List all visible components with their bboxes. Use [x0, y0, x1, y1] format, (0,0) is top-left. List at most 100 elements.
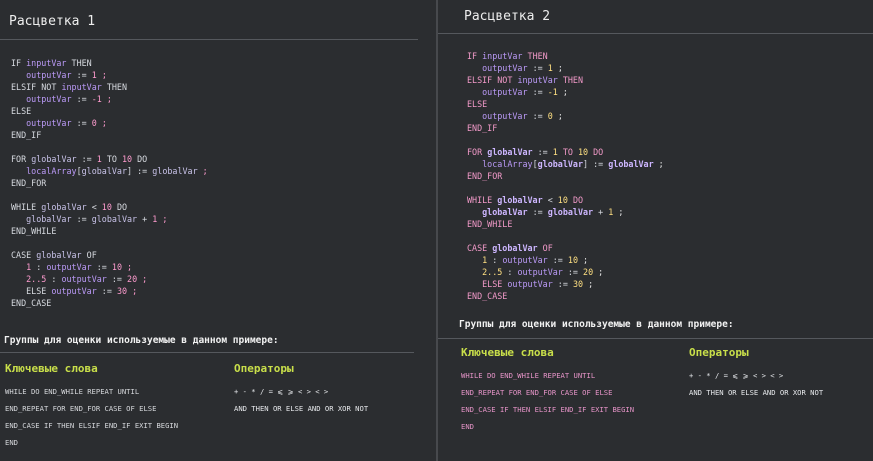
code-token: ; [658, 159, 664, 169]
code-token: THEN [562, 75, 583, 85]
code-line: outputVar := -1 ; [11, 93, 208, 105]
code-line: outputVar := 1 ; [467, 62, 664, 74]
code-token: globalVar [41, 202, 87, 212]
code-token: outputVar [26, 94, 72, 104]
right-keyword-line: END_CASE IF THEN ELSIF END_IF EXIT BEGIN [461, 405, 635, 414]
code-token: WHILE [11, 202, 37, 212]
code-token: globalVar [537, 159, 583, 169]
code-token: TO [106, 154, 117, 164]
code-token: globalVar [152, 166, 198, 176]
code-line: 1 : outputVar := 10 ; [467, 254, 664, 266]
code-token: END_WHILE [11, 226, 57, 236]
code-line: 2..5 : outputVar := 20 ; [11, 273, 208, 285]
code-token: 10 [101, 202, 112, 212]
code-token: localArray [482, 159, 533, 169]
code-line: localArray[globalVar] := globalVar ; [467, 158, 664, 170]
code-line: ELSE [11, 105, 208, 117]
right-keyword-line: END_REPEAT FOR END_FOR CASE OF ELSE [461, 388, 613, 397]
code-token: END_FOR [11, 178, 47, 188]
code-token: globalVar [482, 207, 528, 217]
code-line: localArray[globalVar] := globalVar ; [11, 165, 208, 177]
right-operator-line: AND THEN OR ELSE AND OR XOR NOT [689, 388, 824, 397]
code-token: ; [106, 94, 112, 104]
code-token: ; [162, 214, 168, 224]
code-token: globalVar [492, 243, 538, 253]
code-token: := [96, 262, 107, 272]
code-token: 2..5 [482, 267, 503, 277]
right-panel-title: Расцветка 2 [464, 9, 551, 24]
right-keyword-line: WHILE DO END_WHILE REPEAT UNTIL [461, 371, 596, 380]
right-keywords-list: WHILE DO END_WHILE REPEAT UNTIL END_REPE… [461, 367, 634, 435]
code-token: DO [137, 154, 148, 164]
left-code-block: IF inputVar THEN outputVar := 1 ; ELSIF N… [11, 57, 208, 309]
code-token: globalVar [36, 250, 82, 260]
code-token: IF [11, 58, 22, 68]
code-token: ; [101, 118, 107, 128]
code-token: ELSE [11, 106, 32, 116]
code-token: ; [618, 207, 624, 217]
right-groups-divider [438, 338, 873, 339]
code-token: THEN [106, 82, 127, 92]
code-token: := [532, 87, 543, 97]
code-token: ELSIF NOT [11, 82, 57, 92]
code-line: globalVar := globalVar + 1 ; [11, 213, 208, 225]
code-line: IF inputVar THEN [11, 57, 208, 69]
code-token: END_IF [11, 130, 42, 140]
left-keyword-line: END [5, 438, 18, 447]
code-token: := [552, 255, 563, 265]
code-line: ELSE [467, 98, 664, 110]
code-token: := [532, 111, 543, 121]
code-token: DO [593, 147, 604, 157]
left-keyword-line: WHILE DO END_WHILE REPEAT UNTIL [5, 387, 140, 396]
code-token: 10 [122, 154, 133, 164]
code-token: ; [101, 70, 107, 80]
code-token: := [111, 274, 122, 284]
code-token: END_CASE [11, 298, 52, 308]
code-line: ELSIF NOT inputVar THEN [467, 74, 664, 86]
code-token: END_IF [467, 123, 498, 133]
right-code-block: IF inputVar THEN outputVar := 1 ; ELSIF N… [467, 50, 664, 302]
code-token: 2..5 [26, 274, 47, 284]
code-token: globalVar [91, 214, 138, 224]
code-token: := [76, 118, 87, 128]
code-token: DO [116, 202, 128, 212]
code-token: globalVar [81, 166, 127, 176]
code-token: outputVar [502, 255, 548, 265]
code-token: globalVar [31, 154, 77, 164]
code-token: := [567, 267, 578, 277]
code-token: outputVar [482, 63, 528, 73]
code-token: CASE [467, 243, 488, 253]
code-token: ; [557, 111, 563, 121]
code-token: 10 [578, 147, 589, 157]
code-line: outputVar := 1 ; [11, 69, 208, 81]
code-token: := [81, 154, 92, 164]
code-line: ELSE outputVar := 30 ; [11, 285, 208, 297]
code-token: TO [562, 147, 573, 157]
right-panel: Расцветка 2 IF inputVar THEN outputVar :… [438, 0, 873, 461]
code-line: ELSIF NOT inputVar THEN [11, 81, 208, 93]
code-token: 20 [127, 274, 138, 284]
code-token: := [557, 279, 568, 289]
code-token: := [137, 166, 148, 176]
code-token: outputVar [61, 274, 107, 284]
code-token: := [537, 147, 548, 157]
code-token: ELSE [482, 279, 503, 289]
left-keyword-line: END_CASE IF THEN ELSIF END_IF EXIT BEGIN [5, 421, 179, 430]
code-token: globalVar [487, 147, 533, 157]
code-line: WHILE globalVar < 10 DO [11, 201, 208, 213]
code-token: outputVar [46, 262, 92, 272]
code-token: ; [598, 267, 604, 277]
code-token: 20 [583, 267, 594, 277]
code-token: outputVar [482, 111, 528, 121]
left-panel: Расцветка 1 IF inputVar THEN outputVar :… [0, 0, 436, 461]
code-line: IF inputVar THEN [467, 50, 664, 62]
code-token: WHILE [467, 195, 493, 205]
code-token: END_FOR [467, 171, 503, 181]
